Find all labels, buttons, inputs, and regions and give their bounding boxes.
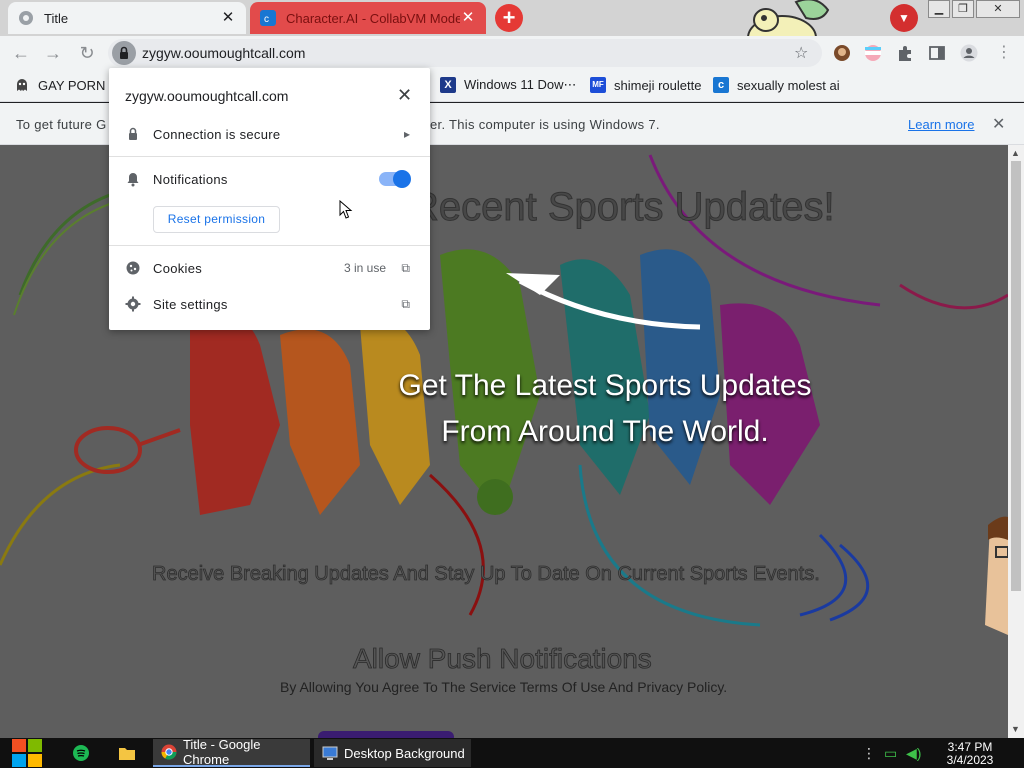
windows-taskbar: Title - Google Chrome Desktop Background… [0,737,1024,768]
bookmark-star-icon[interactable]: ☆ [794,43,808,63]
tab-label: Title [44,10,69,26]
terms-text: By Allowing You Agree To The Service Ter… [280,679,728,695]
tray-overflow-icon[interactable]: ⋮ [862,745,876,762]
forward-arrow-icon[interactable]: → [42,42,64,64]
close-tab-icon[interactable]: ✕ [220,10,236,26]
hero-line: Get The Latest Sports Updates [398,369,812,402]
reset-permission-button[interactable]: Reset permission [153,206,280,233]
toolbar: ← → ↻ zygyw.ooumoughtcall.com ☆ ⋮ [0,36,1024,70]
bookmark-label: GAY PORN X [38,77,118,93]
folder-icon[interactable] [118,745,136,761]
gear-icon [125,296,141,312]
url-text: zygyw.ooumoughtcall.com [142,45,306,61]
bookmark-item[interactable]: X Windows 11 Dow⋯ [440,77,576,93]
page-action-button[interactable] [318,731,454,738]
monitor-icon [322,746,338,760]
system-clock[interactable]: 3:47 PM 3/4/2023 [940,741,1000,767]
profile-icon[interactable] [960,44,978,62]
bookmark-label: Windows 11 Dow⋯ [464,77,577,92]
cartoon-face-icon [985,516,1008,635]
back-arrow-icon[interactable]: ← [10,42,32,64]
bookmark-item[interactable]: c sexually molest ai [713,77,840,93]
chevron-right-icon: ▸ [403,127,410,141]
toggle-knob [393,170,411,188]
bookmark-item[interactable]: GAY PORN X [14,77,118,93]
hero-text: Get The Latest Sports Updates From Aroun… [360,363,850,455]
divider [109,245,430,246]
puzzle-extensions-icon[interactable] [896,44,914,62]
page-headline: Recent Sports Updates! [410,185,836,230]
minimize-button[interactable]: ▁ [928,0,950,18]
avatar-extension-icon[interactable] [833,44,851,62]
scrollbar-thumb[interactable] [1011,161,1021,591]
site-settings-label: Site settings [153,296,228,312]
cookies-row[interactable]: Cookies 3 in use ⧉ [109,250,430,286]
restore-button[interactable]: ❐ [952,0,974,18]
bookmark-label: sexually molest ai [737,77,840,93]
close-icon[interactable]: ✕ [397,85,412,106]
cookies-label: Cookies [153,260,203,276]
character-ai-icon: c [260,10,276,26]
mouse-cursor-icon [339,200,353,219]
tab-label: Character.AI - CollabVM Mode [286,10,460,26]
notifications-row: Notifications [109,161,430,197]
popup-domain: zygyw.ooumoughtcall.com [125,88,289,104]
volume-icon[interactable]: ◀) [906,745,921,762]
bookmark-item[interactable]: MF shimeji roulette [590,77,701,93]
taskbar-label: Title - Google Chrome [182,737,261,767]
bookmark-label: shimeji roulette [614,77,702,93]
new-tab-button[interactable]: + [495,4,523,32]
learn-more-link[interactable]: Learn more [908,117,974,132]
mf-icon: MF [590,77,606,93]
globe-icon [19,11,33,25]
site-info-popup: zygyw.ooumoughtcall.com ✕ Connection is … [109,68,430,330]
divider [109,156,430,157]
taskbar-label: Desktop Background [344,745,465,761]
character-ai-icon: c [713,77,729,93]
info-text: er. This computer is using Windows 7. [430,117,660,132]
side-panel-icon[interactable] [928,44,946,62]
clock-date: 3/4/2023 [946,753,994,767]
windows-start-icon[interactable] [10,738,44,768]
scroll-up-icon[interactable]: ▲ [1011,148,1020,158]
external-link-icon: ⧉ [401,296,410,311]
svg-text:c: c [264,14,269,25]
chrome-icon [161,744,177,760]
bell-icon [127,173,139,187]
lock-icon [120,46,128,59]
tab-character-ai[interactable]: c Character.AI - CollabVM Mode ✕ [250,2,486,34]
allow-notifications-heading: Allow Push Notifications [353,643,653,675]
ghost-icon [17,79,27,91]
address-bar[interactable]: zygyw.ooumoughtcall.com ☆ [108,39,822,67]
reload-icon[interactable]: ↻ [76,42,98,64]
info-text: To get future G [16,117,107,132]
site-info-button[interactable] [112,41,136,65]
menu-kebab-icon[interactable]: ⋮ [993,42,1015,64]
page-subheading: Receive Breaking Updates And Stay Up To … [152,563,821,586]
tab-title[interactable]: Title ✕ [8,2,246,34]
lock-icon [129,127,137,140]
close-tab-icon[interactable]: ✕ [460,10,476,26]
site-settings-row[interactable]: Site settings ⧉ [109,286,430,322]
connection-label: Connection is secure [153,126,281,142]
connection-row[interactable]: Connection is secure ▸ [109,116,430,152]
x-icon: X [440,77,456,93]
external-link-icon: ⧉ [401,260,410,275]
tab-strip: Title ✕ c Character.AI - CollabVM Mode ✕… [0,0,1024,61]
network-icon[interactable]: ▭ [884,745,897,762]
spotify-icon[interactable] [72,744,90,762]
notifications-toggle[interactable] [379,170,411,188]
close-icon[interactable]: ✕ [992,114,1005,134]
cookie-icon [126,261,140,275]
taskbar-desktop-background[interactable]: Desktop Background [314,739,471,767]
notifications-label: Notifications [153,171,228,187]
cookies-status: 3 in use [343,261,386,275]
tab-search-button[interactable]: ▼ [890,4,918,32]
scroll-down-icon[interactable]: ▼ [1011,724,1020,734]
taskbar-chrome[interactable]: Title - Google Chrome [153,737,310,767]
page-scrollbar[interactable]: ▲ ▼ [1008,145,1024,738]
close-window-button[interactable]: ✕ [976,0,1020,18]
flag-extension-icon[interactable] [864,44,882,62]
hero-line: From Around The World. [441,415,769,448]
